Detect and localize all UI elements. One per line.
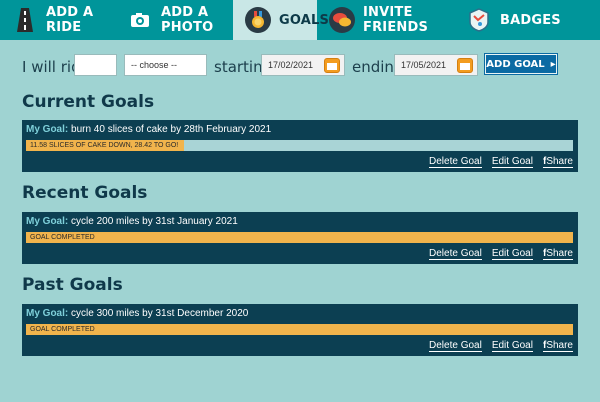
tab-label: ADD A RIDE [46, 5, 94, 35]
tab-add-a-ride[interactable]: ADD A RIDE [0, 0, 115, 40]
progress-bar: 11.58 SLICES OF CAKE DOWN, 28.42 TO GO! [26, 140, 573, 151]
tab-goals[interactable]: GOALS [233, 0, 329, 40]
add-goal-label: ADD GOAL [486, 58, 545, 70]
goal-text: cycle 300 miles by 31st December 2020 [71, 308, 249, 319]
goal-card-recent: My Goal: cycle 200 miles by 31st January… [22, 212, 578, 264]
goal-prefix: My Goal: [26, 216, 69, 227]
road-icon [12, 7, 38, 33]
goal-card-past: My Goal: cycle 300 miles by 31st Decembe… [22, 304, 578, 356]
camera-icon [127, 7, 153, 33]
end-date-value: 17/05/2021 [401, 60, 447, 70]
goal-actions: Delete Goal Edit Goal fShare [429, 248, 573, 260]
progress-text: 11.58 SLICES OF CAKE DOWN, 28.42 TO GO! [30, 142, 179, 149]
arrow-right-icon: ▸ [550, 58, 556, 70]
edit-goal-link[interactable]: Edit Goal [491, 248, 533, 260]
share-label: Share [546, 156, 573, 167]
goal-actions: Delete Goal Edit Goal fShare [429, 340, 573, 352]
tab-invite-friends[interactable]: INVITE FRIENDS [317, 0, 452, 40]
start-date-field[interactable]: 17/02/2021 [261, 54, 345, 76]
ride-amount-input[interactable] [74, 54, 117, 76]
share-label: Share [546, 248, 573, 259]
share-link[interactable]: fShare [542, 156, 573, 168]
delete-goal-link[interactable]: Delete Goal [429, 156, 482, 168]
goal-prefix: My Goal: [26, 308, 69, 319]
delete-goal-link[interactable]: Delete Goal [429, 340, 482, 352]
goal-actions: Delete Goal Edit Goal fShare [429, 156, 573, 168]
unit-select[interactable]: -- choose -- [124, 54, 207, 76]
goal-description: My Goal: cycle 200 miles by 31st January… [26, 216, 238, 227]
goal-text: burn 40 slices of cake by 28th February … [71, 124, 272, 135]
tab-label: BADGES [500, 12, 561, 28]
delete-goal-link[interactable]: Delete Goal [429, 248, 482, 260]
speech-bubbles-icon [329, 7, 355, 33]
share-label: Share [546, 340, 573, 351]
goal-prefix: My Goal: [26, 124, 69, 135]
progress-text: GOAL COMPLETED [30, 326, 95, 333]
tab-label: INVITE FRIENDS [363, 5, 429, 35]
goal-text: cycle 200 miles by 31st January 2021 [71, 216, 238, 227]
tab-label: ADD A PHOTO [161, 5, 214, 35]
progress-bar: GOAL COMPLETED [26, 324, 573, 335]
progress-text: GOAL COMPLETED [30, 234, 95, 241]
goal-card-current: My Goal: burn 40 slices of cake by 28th … [22, 120, 578, 172]
section-title-current-goals: Current Goals [22, 92, 155, 112]
section-title-past-goals: Past Goals [22, 275, 123, 295]
share-link[interactable]: fShare [542, 248, 573, 260]
edit-goal-link[interactable]: Edit Goal [491, 156, 533, 168]
tab-add-a-photo[interactable]: ADD A PHOTO [115, 0, 233, 40]
goal-description: My Goal: cycle 300 miles by 31st Decembe… [26, 308, 248, 319]
progress-fill [26, 324, 573, 335]
map-badge-icon [466, 7, 492, 33]
calendar-icon[interactable] [324, 58, 340, 73]
top-nav: ADD A RIDE ADD A PHOTO GOALS INVITE FRIE… [0, 0, 600, 40]
progress-fill [26, 232, 573, 243]
start-date-value: 17/02/2021 [268, 60, 314, 70]
calendar-icon[interactable] [457, 58, 473, 73]
section-title-recent-goals: Recent Goals [22, 183, 148, 203]
goal-description: My Goal: burn 40 slices of cake by 28th … [26, 124, 271, 135]
medal-icon [245, 7, 271, 33]
share-link[interactable]: fShare [542, 340, 573, 352]
end-date-field[interactable]: 17/05/2021 [394, 54, 478, 76]
edit-goal-link[interactable]: Edit Goal [491, 340, 533, 352]
progress-bar: GOAL COMPLETED [26, 232, 573, 243]
add-goal-button[interactable]: ADD GOAL ▸ [485, 54, 557, 74]
tab-badges[interactable]: BADGES [452, 0, 600, 40]
